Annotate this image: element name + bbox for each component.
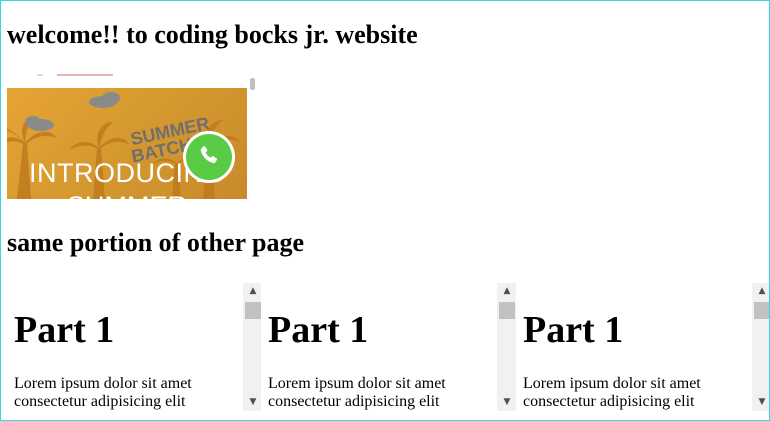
page-heading: welcome!! to coding bocks jr. website — [7, 20, 418, 49]
pane-text-line-2: consectetur adipisicing elit — [523, 393, 695, 410]
banner-title-line-2: SUMMER — [7, 191, 247, 199]
phone-icon — [200, 146, 218, 164]
vertical-scrollbar[interactable]: ▲ ▼ — [243, 283, 263, 411]
pane-title: Part 1 — [14, 309, 115, 351]
pane-title: Part 1 — [523, 309, 624, 351]
pane-text: Lorem ipsum dolor sit amet consectetur a… — [268, 375, 498, 411]
scrollbar-thumb[interactable] — [499, 302, 515, 319]
scroll-pane-3[interactable]: Part 1 Lorem ipsum dolor sit amet consec… — [516, 283, 769, 411]
section-heading: same portion of other page — [7, 228, 305, 257]
scroll-down-arrow-icon[interactable]: ▼ — [752, 394, 769, 411]
scroll-down-arrow-icon[interactable]: ▼ — [243, 394, 263, 411]
vertical-scrollbar[interactable]: ▲ ▼ — [752, 283, 769, 411]
scroll-up-arrow-icon[interactable]: ▲ — [243, 283, 263, 300]
pane-text-line-2: consectetur adipisicing elit — [268, 393, 440, 410]
strip-red-bar — [57, 74, 113, 76]
pane-text: Lorem ipsum dolor sit amet consectetur a… — [14, 375, 244, 411]
pane-title: Part 1 — [268, 309, 369, 351]
scroll-up-arrow-icon[interactable]: ▲ — [752, 283, 769, 300]
banner-scrollbar-thumb[interactable] — [250, 78, 255, 90]
pane-text: Lorem ipsum dolor sit amet consectetur a… — [523, 375, 753, 411]
scroll-down-arrow-icon[interactable]: ▼ — [497, 394, 517, 411]
scrollbar-thumb[interactable] — [245, 302, 261, 319]
scrollbar-thumb[interactable] — [754, 302, 769, 319]
vertical-scrollbar[interactable]: ▲ ▼ — [497, 283, 517, 411]
page-frame: welcome!! to coding bocks jr. website SU… — [0, 0, 770, 421]
strip-mark — [37, 74, 43, 76]
whatsapp-button[interactable] — [183, 131, 235, 183]
banner-embed[interactable]: SUMMER BATCHES INTRODUCING SUMMER — [7, 71, 257, 199]
pane-text-line-1: Lorem ipsum dolor sit amet — [14, 375, 192, 392]
scroll-up-arrow-icon[interactable]: ▲ — [497, 283, 517, 300]
banner-top-strip — [7, 71, 247, 88]
pane-text-line-2: consectetur adipisicing elit — [14, 393, 186, 410]
scroll-pane-2[interactable]: Part 1 Lorem ipsum dolor sit amet consec… — [261, 283, 517, 411]
pane-text-line-1: Lorem ipsum dolor sit amet — [268, 375, 446, 392]
pane-text-line-1: Lorem ipsum dolor sit amet — [523, 375, 701, 392]
scroll-pane-1[interactable]: Part 1 Lorem ipsum dolor sit amet consec… — [7, 283, 263, 411]
whatsapp-icon — [186, 134, 232, 180]
